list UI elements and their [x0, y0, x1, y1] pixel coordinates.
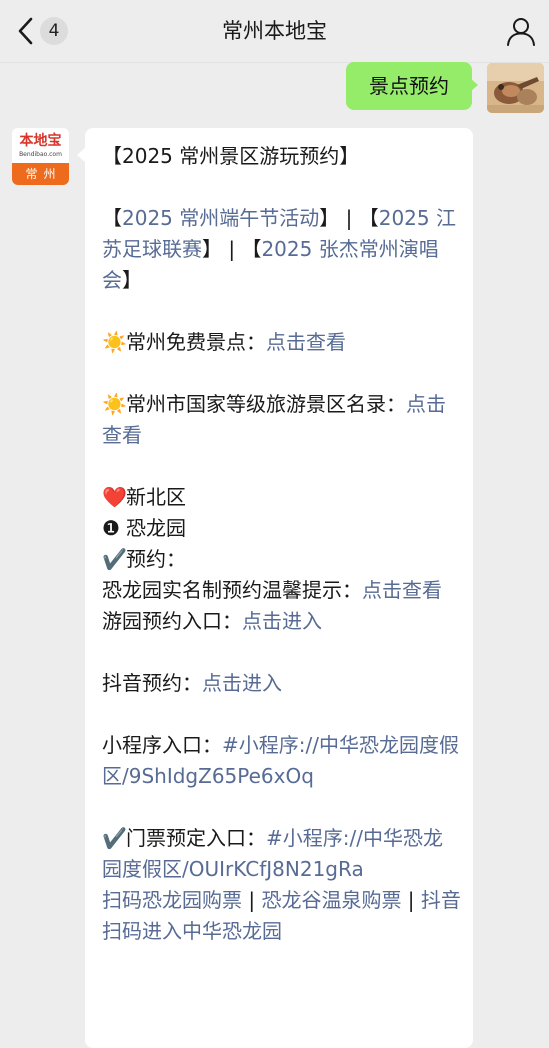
scan-links-line: 扫码恐龙园购票 | 恐龙谷温泉购票 | 抖音扫码进入中华恐龙园 [102, 888, 461, 943]
sent-bubble-tail [470, 78, 478, 92]
link-reservation-tips[interactable]: 点击查看 [362, 578, 442, 602]
unread-count-badge[interactable]: 4 [40, 17, 68, 45]
back-button[interactable] [14, 16, 38, 46]
avatar-logo-area: 本地宝 Bendibao.com [12, 128, 69, 163]
received-bubble-tail [77, 148, 85, 162]
douyin-line: 抖音预约：点击进入 [102, 671, 282, 695]
link-park-entry[interactable]: 点击进入 [242, 609, 322, 633]
link-dragon-boat-festival[interactable]: 2025 常州端午节活动 [122, 206, 319, 230]
miniprogram-line: 小程序入口：#小程序://中华恐龙园度假区/9ShIdgZ65Pe6xOq [102, 733, 459, 788]
promo-links-line: 【2025 常州端午节活动】 | 【2025 江苏足球联赛】 | 【2025 张… [102, 206, 456, 292]
reserve-line: ✔️预约： [102, 544, 462, 575]
free-spots-line: ☀️常州免费景点：点击查看 [102, 327, 462, 358]
user-avatar[interactable] [487, 63, 544, 113]
brand-logo: 本地宝 [19, 133, 62, 149]
user-avatar-image [487, 63, 544, 113]
official-account-avatar[interactable]: 本地宝 Bendibao.com 常州 [12, 128, 69, 185]
tickets-line: ✔️门票预定入口：#小程序://中华恐龙园度假区/OUIrKCfJ8N21gRa [102, 823, 462, 885]
check-icon: ✔️ [102, 826, 127, 850]
sun-icon: ☀️ [102, 330, 127, 354]
link-scan-hot-spring[interactable]: 恐龙谷温泉购票 [261, 888, 401, 912]
check-icon: ✔️ [102, 547, 127, 571]
sent-message-bubble[interactable]: 景点预约 [346, 62, 472, 110]
brand-url: Bendibao.com [19, 151, 62, 158]
number-one-icon: ❶ [102, 516, 120, 540]
headline: 【2025 常州景区游玩预约】 [102, 144, 360, 168]
nav-bar: 4 常州本地宝 [0, 0, 549, 63]
park-line: ❶ 恐龙园 [102, 513, 462, 544]
district-line: ❤️新北区 [102, 482, 462, 513]
message-content: 【2025 常州景区游玩预约】 【2025 常州端午节活动】 | 【2025 江… [102, 141, 462, 947]
graded-spots-line: ☀️常州市国家等级旅游景区名录：点击查看 [102, 389, 462, 451]
link-free-spots[interactable]: 点击查看 [266, 330, 346, 354]
heart-icon: ❤️ [102, 485, 127, 509]
city-label: 常州 [12, 163, 69, 185]
page-title: 常州本地宝 [222, 19, 327, 43]
profile-button[interactable] [505, 15, 537, 47]
link-scan-dinosaur-park[interactable]: 扫码恐龙园购票 [102, 888, 242, 912]
sun-icon: ☀️ [102, 392, 127, 416]
chevron-left-icon [18, 17, 33, 45]
person-icon [507, 18, 535, 46]
link-douyin-reserve[interactable]: 点击进入 [202, 671, 282, 695]
tips-line: 恐龙园实名制预约温馨提示：点击查看 [102, 578, 442, 602]
entry-line: 游园预约入口：点击进入 [102, 609, 322, 633]
